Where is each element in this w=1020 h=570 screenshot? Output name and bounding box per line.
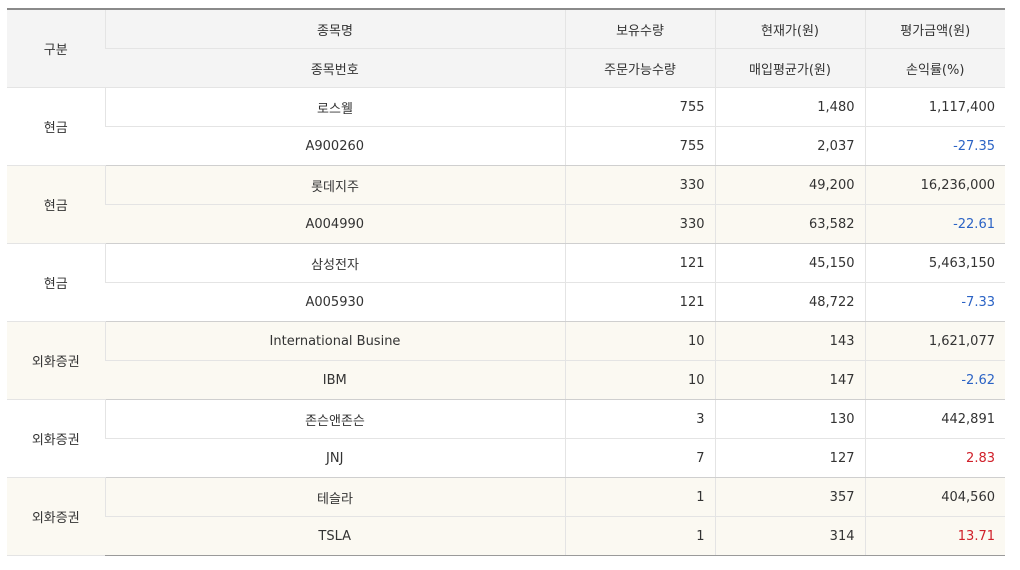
orderable-quantity-cell: 10 xyxy=(564,360,715,400)
category-cell: 현금 xyxy=(7,87,105,166)
orderable-quantity-cell: 7 xyxy=(564,438,715,478)
orderable-quantity-cell: 755 xyxy=(564,126,715,166)
category-cell: 현금 xyxy=(7,165,105,244)
stock-code-cell[interactable]: A004990 xyxy=(105,204,565,244)
table-row[interactable]: IBM 10 147 -2.62 xyxy=(7,360,1005,400)
current-price-cell: 49,200 xyxy=(714,165,865,205)
table-row[interactable]: 현금 삼성전자 121 45,150 5,463,150 xyxy=(7,243,1005,322)
orderable-quantity-cell: 330 xyxy=(564,204,715,244)
current-price-cell: 45,150 xyxy=(714,243,865,283)
valuation-cell: 5,463,150 xyxy=(864,243,1005,283)
orderable-quantity-cell: 121 xyxy=(564,282,715,322)
stock-code-cell[interactable]: JNJ xyxy=(105,438,565,478)
quantity-cell: 1 xyxy=(564,477,715,517)
header-valuation: 평가금액(원) xyxy=(864,8,1005,49)
category-cell: 외화증권 xyxy=(7,477,105,556)
table-row[interactable]: 외화증권 존슨앤존슨 3 130 442,891 xyxy=(7,399,1005,478)
table-header: 구분 종목명 보유수량 현재가(원) 평가금액(원) 종목번호 주문가능수량 매… xyxy=(7,8,1005,88)
holdings-table: 구분 종목명 보유수량 현재가(원) 평가금액(원) 종목번호 주문가능수량 매… xyxy=(7,8,1005,556)
category-cell: 현금 xyxy=(7,243,105,322)
table-row[interactable]: 현금 롯데지주 330 49,200 16,236,000 xyxy=(7,165,1005,244)
stock-name-cell[interactable]: 존슨앤존슨 xyxy=(104,399,565,439)
profit-rate-cell: -27.35 xyxy=(864,126,1005,166)
current-price-cell: 143 xyxy=(714,321,865,361)
stock-name-cell[interactable]: 롯데지주 xyxy=(104,165,565,205)
valuation-cell: 1,621,077 xyxy=(864,321,1005,361)
stock-code-cell[interactable]: A005930 xyxy=(105,282,565,322)
quantity-cell: 755 xyxy=(564,87,715,127)
header-row-2: 종목번호 주문가능수량 매입평균가(원) 손익률(%) xyxy=(7,48,1005,88)
header-profit-rate: 손익률(%) xyxy=(864,48,1005,88)
valuation-cell: 404,560 xyxy=(864,477,1005,517)
header-quantity: 보유수량 xyxy=(564,8,715,49)
table-row[interactable]: JNJ 7 127 2.83 xyxy=(7,438,1005,478)
profit-rate-cell: -2.62 xyxy=(864,360,1005,400)
stock-code-cell[interactable]: IBM xyxy=(105,360,565,400)
stock-code-cell[interactable]: A900260 xyxy=(105,126,565,166)
valuation-cell: 16,236,000 xyxy=(864,165,1005,205)
table-row[interactable]: TSLA 1 314 13.71 xyxy=(7,516,1005,556)
table-row[interactable]: 외화증권 International Busine 10 143 1,621,077 xyxy=(7,321,1005,400)
current-price-cell: 357 xyxy=(714,477,865,517)
header-stock-code: 종목번호 xyxy=(105,48,565,88)
table-row[interactable]: A005930 121 48,722 -7.33 xyxy=(7,282,1005,322)
table-row[interactable]: A004990 330 63,582 -22.61 xyxy=(7,204,1005,244)
valuation-cell: 442,891 xyxy=(864,399,1005,439)
stock-code-cell[interactable]: TSLA xyxy=(105,516,565,556)
valuation-cell: 1,117,400 xyxy=(864,87,1005,127)
table-row[interactable]: 현금 로스웰 755 1,480 1,117,400 xyxy=(7,87,1005,166)
table-body: 현금 로스웰 755 1,480 1,117,400 A900260 755 2,037 -27… xyxy=(7,87,1005,556)
quantity-cell: 330 xyxy=(564,165,715,205)
average-price-cell: 2,037 xyxy=(714,126,865,166)
table-row[interactable]: A900260 755 2,037 -27.35 xyxy=(7,126,1005,166)
header-category: 구분 xyxy=(7,8,105,88)
category-cell: 외화증권 xyxy=(7,399,105,478)
average-price-cell: 314 xyxy=(714,516,865,556)
holdings-panel: 구분 종목명 보유수량 현재가(원) 평가금액(원) 종목번호 주문가능수량 매… xyxy=(7,8,1005,556)
stock-name-cell[interactable]: 테슬라 xyxy=(104,477,565,517)
header-current-price: 현재가(원) xyxy=(714,8,865,49)
header-stock-name: 종목명 xyxy=(104,8,565,49)
header-average-price: 매입평균가(원) xyxy=(714,48,865,88)
profit-rate-cell: 2.83 xyxy=(864,438,1005,478)
profit-rate-cell: -7.33 xyxy=(864,282,1005,322)
header-row-1: 구분 종목명 보유수량 현재가(원) 평가금액(원) xyxy=(7,8,1005,88)
average-price-cell: 48,722 xyxy=(714,282,865,322)
table-row[interactable]: 외화증권 테슬라 1 357 404,560 xyxy=(7,477,1005,556)
average-price-cell: 63,582 xyxy=(714,204,865,244)
profit-rate-cell: -22.61 xyxy=(864,204,1005,244)
average-price-cell: 147 xyxy=(714,360,865,400)
stock-name-cell[interactable]: International Busine xyxy=(104,321,565,361)
average-price-cell: 127 xyxy=(714,438,865,478)
stock-name-cell[interactable]: 로스웰 xyxy=(104,87,565,127)
current-price-cell: 1,480 xyxy=(714,87,865,127)
current-price-cell: 130 xyxy=(714,399,865,439)
category-cell: 외화증권 xyxy=(7,321,105,400)
quantity-cell: 10 xyxy=(564,321,715,361)
quantity-cell: 3 xyxy=(564,399,715,439)
stock-name-cell[interactable]: 삼성전자 xyxy=(104,243,565,283)
header-orderable-quantity: 주문가능수량 xyxy=(564,48,715,88)
quantity-cell: 121 xyxy=(564,243,715,283)
orderable-quantity-cell: 1 xyxy=(564,516,715,556)
profit-rate-cell: 13.71 xyxy=(864,516,1005,556)
